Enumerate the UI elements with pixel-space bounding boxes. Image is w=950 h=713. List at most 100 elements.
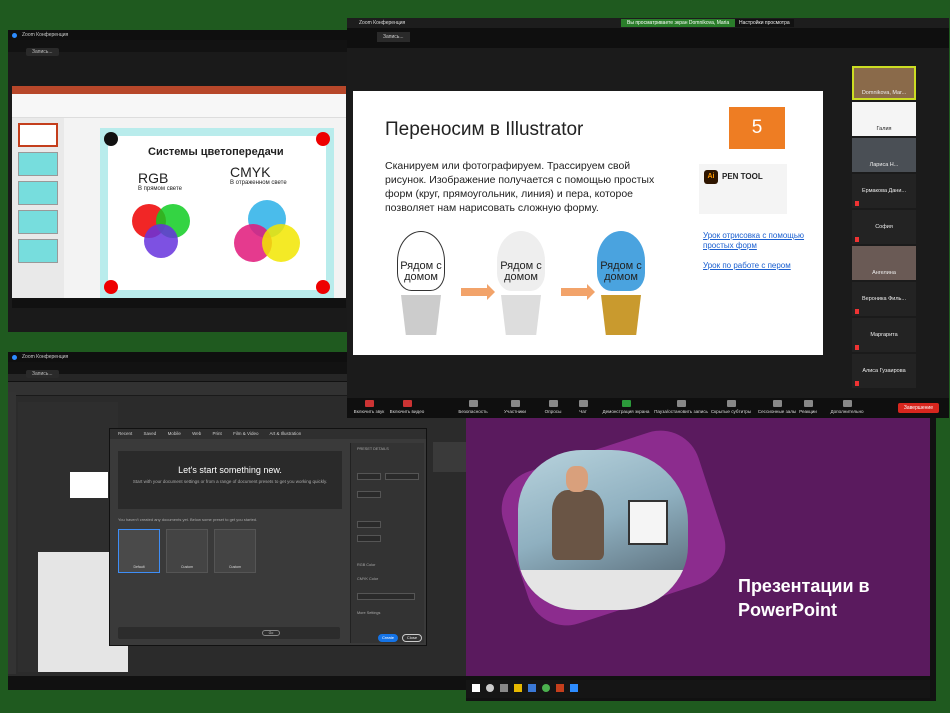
ps-toolbar[interactable]	[8, 392, 16, 674]
sharing-banner: Вы просматриваете экран Domnikova, Maria	[621, 19, 736, 27]
units-select[interactable]	[385, 473, 419, 480]
create-button[interactable]: Create	[378, 634, 398, 642]
folder-icon[interactable]	[514, 684, 522, 692]
preset-details: PRESET DETAILS RGB Color CMYK Color More…	[350, 443, 424, 643]
cmyk-option[interactable]: CMYK Color	[357, 577, 378, 581]
corner-dot	[316, 280, 330, 294]
participant-tile[interactable]: Алиса Гузаирова	[852, 354, 916, 388]
recording-indicator[interactable]: Запись...	[26, 370, 59, 378]
zoom-icon[interactable]	[570, 684, 578, 692]
captions-button[interactable]: Скрытые субтитры	[709, 400, 753, 414]
pen-tool-label: PEN TOOL	[722, 172, 763, 181]
corner-dot	[104, 280, 118, 294]
chat-icon	[578, 400, 588, 407]
go-button[interactable]: Go	[262, 630, 280, 636]
task-view-icon[interactable]	[500, 684, 508, 692]
cupcake-colored: Рядом с домом	[591, 231, 651, 341]
corner-dot	[104, 132, 118, 146]
participant-tile[interactable]: Ермакова Дани...	[852, 174, 916, 208]
zoom-window-illustrator: Zoom Конференция Вы просматриваете экран…	[347, 18, 949, 418]
participant-name: София	[875, 224, 893, 230]
slide-color-systems: Системы цветопередачи RGB В прямом свете…	[100, 128, 334, 298]
browser-icon[interactable]	[528, 684, 536, 692]
close-button[interactable]: Close	[402, 634, 422, 642]
recording-bar: Запись...	[347, 28, 949, 48]
participant-tile[interactable]: София	[852, 210, 916, 244]
tab-saved[interactable]: Saved	[144, 431, 157, 436]
more-settings[interactable]: More Settings	[357, 611, 380, 615]
tab-web[interactable]: Web	[192, 431, 201, 436]
preset-tile[interactable]: Custom	[214, 529, 256, 573]
tab-mobile[interactable]: Mobile	[168, 431, 181, 436]
end-meeting-button[interactable]: Завершение	[897, 403, 939, 413]
more-button[interactable]: Дополнительно	[825, 400, 869, 414]
slide-illustrator: Переносим в Illustrator Сканируем или фо…	[353, 91, 823, 355]
participant-tile[interactable]: Ангелина	[852, 246, 916, 280]
cc-icon	[726, 400, 736, 407]
layers-panel[interactable]	[433, 442, 466, 472]
zoom-title: Zoom Конференция	[22, 32, 69, 38]
cupcake-outline: Рядом с домом	[491, 231, 551, 341]
chrome-icon[interactable]	[542, 684, 550, 692]
security-button[interactable]: Безопасность	[451, 400, 495, 414]
start-video-button[interactable]: Включить видео	[385, 400, 429, 414]
color-mode-label: RGB Color	[357, 563, 376, 567]
margin-field[interactable]	[357, 535, 381, 542]
pen-tool-card: Ai PEN TOOL	[699, 164, 787, 214]
zoom-titlebar: Zoom Конференция	[8, 30, 350, 40]
tab-film[interactable]: Film & Video	[233, 431, 258, 436]
background-select[interactable]	[357, 593, 415, 600]
ps-canvas	[18, 402, 128, 672]
cupcake-text: Рядом с домом	[500, 260, 542, 283]
emoji-icon	[803, 400, 813, 407]
participant-tile[interactable]: Domnikova, Mar...	[852, 66, 916, 100]
template-search[interactable]: Go	[118, 627, 340, 639]
people-icon	[510, 400, 520, 407]
windows-icon[interactable]	[472, 684, 480, 692]
pause-icon	[676, 400, 686, 407]
slide-thumbnail[interactable]	[18, 181, 58, 205]
tab-art[interactable]: Art & Illustration	[270, 431, 302, 436]
slide-thumbnail[interactable]	[18, 123, 58, 147]
hero-subtitle: Start with your document settings or fro…	[132, 479, 328, 484]
arrow-icon	[561, 284, 595, 300]
participant-tile[interactable]: Галия	[852, 102, 916, 136]
participant-name: Лариса Н...	[869, 162, 899, 168]
taskbar	[12, 298, 346, 308]
lesson-link-pen[interactable]: Урок по работе с пером	[703, 261, 813, 271]
ppt-ribbon[interactable]	[12, 94, 346, 118]
corner-dot	[316, 132, 330, 146]
participant-name: Алиса Гузаирова	[862, 368, 906, 374]
zoom-titlebar: Zoom Конференция Вы просматриваете экран…	[347, 18, 949, 28]
cmyk-sublabel: В отраженном свете	[230, 180, 287, 186]
search-icon[interactable]	[486, 684, 494, 692]
margin-field[interactable]	[357, 521, 381, 528]
preset-tile[interactable]: Custom	[166, 529, 208, 573]
tab-print[interactable]: Print	[213, 431, 222, 436]
mic-muted-icon	[855, 309, 859, 314]
tab-recent[interactable]: Recent	[118, 431, 132, 436]
rgb-label: RGB	[138, 170, 169, 186]
reactions-button[interactable]: Реакции	[793, 400, 823, 414]
preset-tile[interactable]: Default	[118, 529, 160, 573]
powerpoint-icon[interactable]	[556, 684, 564, 692]
slide-thumbnail[interactable]	[18, 239, 58, 263]
slide-thumbnail[interactable]	[18, 210, 58, 234]
share-screen-button[interactable]: Демонстрация экрана	[599, 400, 653, 414]
participant-tile[interactable]: Лариса Н...	[852, 138, 916, 172]
recording-indicator[interactable]: Запись...	[26, 48, 59, 56]
lesson-link-shapes[interactable]: Урок отрисовка с помощью простых форм	[703, 231, 813, 251]
zoom-window-powerpoint: Zoom Конференция Запись... Системы цвето…	[8, 30, 350, 332]
height-field[interactable]	[357, 491, 381, 498]
slide-body: Сканируем или фотографируем. Трассируем …	[385, 160, 655, 214]
photo-man-at-computer	[518, 450, 688, 610]
recording-bar: Запись...	[8, 40, 350, 56]
participant-tile[interactable]: Вероника Филь...	[852, 282, 916, 316]
width-field[interactable]	[357, 473, 381, 480]
view-options-button[interactable]: Настройки просмотра	[735, 19, 794, 27]
slide-thumbnail[interactable]	[18, 152, 58, 176]
recording-indicator[interactable]: Запись...	[377, 32, 410, 42]
pause-recording-button[interactable]: Пауза/остановить запись	[653, 400, 709, 414]
zoom-title: Zoom Конференция	[22, 354, 69, 360]
participant-tile[interactable]: Маргарита	[852, 318, 916, 352]
